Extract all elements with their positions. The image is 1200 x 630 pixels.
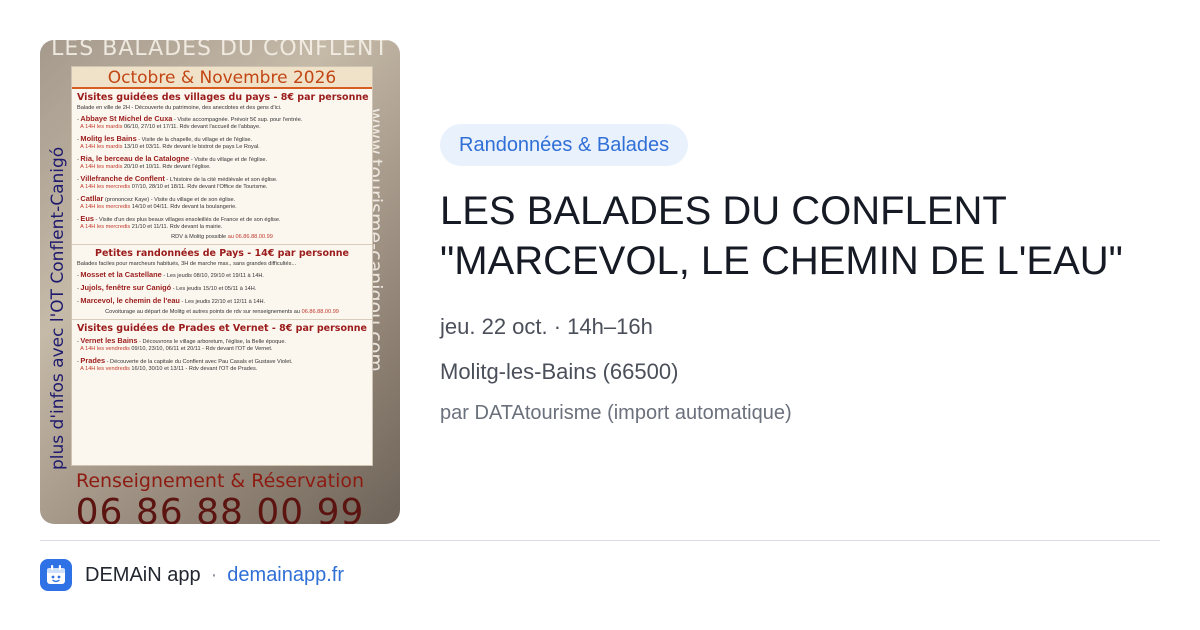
poster-section-title: Visites guidées de Prades et Vernet - 8€… <box>77 322 367 334</box>
poster-item-rest: 13/10 et 03/11. Rdv devant le bistrot de… <box>122 143 260 150</box>
domain-link[interactable]: demainapp.fr <box>227 564 344 587</box>
poster-section-subtitle: Balades faciles pour marcheurs habitués,… <box>77 260 297 267</box>
poster-item-when: A 14H les mardis <box>80 123 123 130</box>
event-author: par DATAtourisme (import automatique) <box>440 402 792 424</box>
poster-item-rest: 20/10 et 10/11. Rdv devant l'église. <box>122 163 211 170</box>
poster-item-name: Ria, le berceau de la Catalogne <box>80 153 190 163</box>
poster-item: - Marcevol, le chemin de l'eau - Les jeu… <box>77 295 266 305</box>
event-date: jeu. 22 oct. · 14h–16h <box>440 314 653 339</box>
poster-item-name: Jujols, fenêtre sur Canigó <box>80 282 172 292</box>
poster-item-desc: - Visite d'un des plus beaux villages en… <box>93 216 281 223</box>
poster-note-phone: 06.86.88.00.99 <box>301 308 339 315</box>
poster-item-when: A 14H les mardis <box>80 163 123 170</box>
poster-section-title: Visites guidées des villages du pays - 8… <box>77 92 369 103</box>
poster-item-name: Molitg les Bains <box>80 133 137 143</box>
event-title-line-2: "MARCEVOL, LE CHEMIN DE L'EAU" <box>440 239 1123 283</box>
poster-section-randonnees: Petites randonnées de Pays - 14€ par per… <box>72 245 372 320</box>
poster-item: - Vernet les Bains - Découvrons le villa… <box>77 335 286 352</box>
poster-item-desc: - Les jeudis 08/10, 29/10 et 19/11 à 14H… <box>161 272 264 279</box>
poster-item-desc: - Visite du village et de l'église. <box>189 156 268 163</box>
poster-item: - Jujols, fenêtre sur Canigó - Les jeudi… <box>77 282 257 292</box>
poster-item-desc: (prononcez Kaye) - Visite du village et … <box>103 196 236 203</box>
app-logo-icon <box>47 565 65 584</box>
poster-item-when: A 14H les mardis <box>80 143 123 150</box>
poster-item-name: Catllar <box>80 193 104 203</box>
poster-item-name: Abbaye St Michel de Cuxa <box>80 113 173 123</box>
footer: DEMAiN app · demainapp.fr <box>40 558 344 592</box>
poster-item-name: Mosset et la Castellane <box>80 269 162 279</box>
poster-item-when: A 14H les vendredis <box>80 365 130 372</box>
poster-item-rest: 14/10 et 04/11. Rdv devant la boulangeri… <box>130 203 237 210</box>
poster-item: - Molitg les Bains - Visite de la chapel… <box>77 133 260 150</box>
poster-item: - Eus - Visite d'un des plus beaux villa… <box>77 213 281 230</box>
poster-item-desc: - Visite de la chapelle, du village et d… <box>136 136 253 143</box>
poster-rdv: RDV à Molitg possible au 06.86.88.00.99 <box>77 234 367 240</box>
poster-note: Covoiturage au départ de Molitg et autre… <box>77 309 367 315</box>
poster-item-rest: 06/10, 27/10 et 17/11. Rdv devant l'accu… <box>122 123 261 130</box>
poster-section-subtitle: Balade en ville de 2H - Découverte du pa… <box>77 105 282 111</box>
poster-item-rest: 09/10, 23/10, 06/11 et 20/11 - Rdv devan… <box>129 345 273 352</box>
poster-item-when: A 14H les mercredis <box>80 223 131 230</box>
poster-header: LES BALADES DU CONFLENT <box>51 40 389 61</box>
poster-item-rest: 21/10 et 11/11. Rdv devant la mairie. <box>130 223 223 230</box>
poster-item: - Catllar (prononcez Kaye) - Visite du v… <box>77 193 237 210</box>
event-title-line-1: LES BALADES DU CONFLENT <box>440 189 1007 233</box>
category-badge[interactable]: Randonnées & Balades <box>440 124 689 166</box>
footer-divider <box>40 540 1160 541</box>
poster-section-title: Petites randonnées de Pays - 14€ par per… <box>95 247 349 259</box>
poster-item-name: Eus <box>80 213 94 223</box>
poster-phone: 06 86 88 00 99 <box>75 492 365 524</box>
poster-item-desc: - Les jeudis 22/10 et 12/11 à 14H. <box>179 298 266 305</box>
poster-item-desc: - Les jeudis 15/10 et 05/11 à 14H. <box>171 285 257 292</box>
poster-item-rest: 07/10, 28/10 et 18/11. Rdv devant l'Offi… <box>130 183 268 190</box>
poster-item: - Abbaye St Michel de Cuxa - Visite acco… <box>77 113 303 130</box>
poster-vertical-left-text: plus d'infos avec l'OT Conflent-Canigó <box>48 146 68 470</box>
poster-item-desc: - Découvrons le village arboretum, l'égl… <box>137 338 286 345</box>
poster-item: - Prades - Découverte de la capitale du … <box>77 355 293 372</box>
poster-item: - Mosset et la Castellane - Les jeudis 0… <box>77 269 264 279</box>
event-location: Molitg-les-Bains (66500) <box>440 359 679 384</box>
poster-month: Octobre & Novembre 2026 <box>72 67 372 89</box>
poster-item-desc: - Visite accompagnée. Prévoir 5€ sup. po… <box>172 116 303 123</box>
poster-note-text: Covoiturage au départ de Molitg et autre… <box>105 308 301 315</box>
poster-rdv-text: RDV à Molitg possible <box>171 233 227 240</box>
poster-section-villages: Visites guidées des villages du pays - 8… <box>72 89 372 245</box>
poster-panel: Octobre & Novembre 2026 Visites guidées … <box>71 66 373 466</box>
poster-item-name: Prades <box>80 355 106 365</box>
demain-app-icon[interactable] <box>40 559 72 591</box>
event-poster-image[interactable]: LES BALADES DU CONFLENT plus d'infos ave… <box>40 40 400 524</box>
poster-rdv-phone: au 06.86.88.00.99 <box>227 233 273 240</box>
poster-item-name: Marcevol, le chemin de l'eau <box>80 295 180 305</box>
app-name[interactable]: DEMAiN app <box>85 564 201 587</box>
footer-separator: · <box>210 563 218 586</box>
poster-item-desc: - L'histoire de la cité médiévale et son… <box>164 176 278 183</box>
poster-item: - Ria, le berceau de la Catalogne - Visi… <box>77 153 268 170</box>
poster-item-when: A 14H les vendredis <box>80 345 130 352</box>
poster-reservation: Renseignement & Réservation <box>75 470 365 492</box>
poster-item-name: Villefranche de Conflent <box>80 173 165 183</box>
poster-section-prades-vernet: Visites guidées de Prades et Vernet - 8€… <box>72 320 372 378</box>
poster-item: - Villefranche de Conflent - L'histoire … <box>77 173 278 190</box>
poster-item-when: A 14H les mercredis <box>80 203 131 210</box>
event-title[interactable]: LES BALADES DU CONFLENT "MARCEVOL, LE CH… <box>440 186 1180 286</box>
poster-item-when: A 14H les mercredis <box>80 183 131 190</box>
poster-item-rest: 16/10, 30/10 et 13/11 - Rdv devant l'OT … <box>129 365 258 372</box>
poster-item-name: Vernet les Bains <box>80 335 138 345</box>
poster-item-desc: - Découverte de la capitale du Conflent … <box>105 358 293 365</box>
